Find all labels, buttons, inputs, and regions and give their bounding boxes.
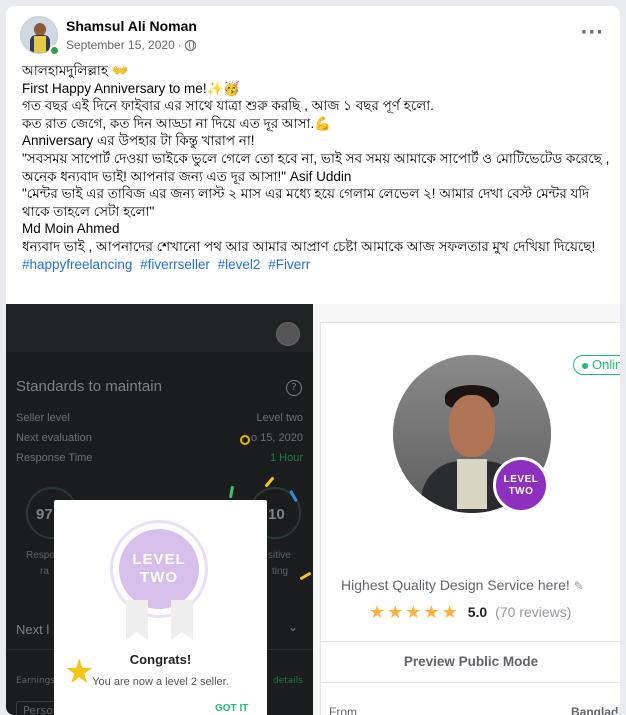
level-two-badge: LEVEL TWO [493,457,549,513]
post-line: গত বছর এই দিনে ফাইবার এর সাথে যাত্রা শুর… [22,98,434,114]
post-images[interactable]: Standards to maintain ? Seller level Lev… [6,304,620,715]
post-line: "সবসময় সাপোর্ট দেওয়া ভাইকে ভুলে গেলে ত… [22,150,610,184]
fiverr-profile-screenshot[interactable]: Online LEVEL TWO Highest Quality Design … [313,304,620,715]
more-options-icon[interactable]: ··· [580,22,604,43]
confetti-piece [228,485,235,499]
rating-score: 5.0 [467,604,488,620]
chevron-down-icon[interactable]: ⌄ [288,620,298,634]
hashtag-link[interactable]: #happyfreelancing [22,257,132,272]
author-name[interactable]: Shamsul Ali Noman [66,18,197,34]
hashtag-link[interactable]: #Fiverr [268,257,310,272]
next-evaluation-label: Next evaluation [16,432,92,444]
response-time-value: 1 Hour [269,452,303,464]
response-time-label: Response Time [16,452,93,464]
modal-subtitle: You are now a level 2 seller. [92,676,229,688]
badge-text-line2: TWO [140,569,178,586]
post-line: "মেন্টর ভাই এর তাবিজ এর জন্য লাস্ট ২ মাস… [22,186,590,219]
seller-level-label: Seller level [16,412,70,424]
review-count[interactable]: (70 reviews) [495,604,571,620]
rating-row: ★ ★ ★ ★ ★ 5.0 (70 reviews) [369,603,571,621]
gig-title-text: Highest Quality Design Service here! [341,577,570,593]
positive-rating-value: 10 [268,506,285,523]
fiverr-dashboard-screenshot[interactable]: Standards to maintain ? Seller level Lev… [6,304,313,715]
positive-rating-caption: sitive [268,550,291,561]
next-evaluation-value: o 15, 2020 [251,432,303,444]
next-level-label: Next l [16,622,50,637]
post-text: আলহামদুলিল্লাহ 👐 First Happy Anniversary… [22,62,612,273]
got-it-button[interactable]: GOT IT [215,703,248,714]
badge-text-line1: LEVEL [132,551,186,568]
dashboard-topbar [6,304,313,352]
post-line: ধন্যবাদ ভাই , আপনাদের শেখানো পথ আর আমার … [22,238,596,254]
details-link[interactable]: details [273,676,303,686]
modal-title: Congrats! [129,652,192,667]
online-dot-icon [582,362,588,369]
congrats-modal: LEVEL TWO ★ Congrats! You are now a leve… [54,500,267,715]
profile-card: Online LEVEL TWO Highest Quality Design … [320,322,620,715]
post-meta: September 15, 2020 · [66,38,196,52]
badge-text-line2: TWO [508,486,534,497]
badge-text-line1: LEVEL [503,474,539,485]
globe-icon [184,39,196,51]
preview-public-mode-button[interactable]: Preview Public Mode [321,641,620,683]
seller-level-value: Level two [256,412,303,424]
from-label: From [329,705,357,715]
confetti-piece [299,571,312,581]
country-value: Banglade [571,705,620,715]
online-label: Online [592,357,620,372]
post-line: আলহামদুলিল্লাহ 👐 [22,63,129,78]
post-line: Anniversary এর উপহার টা কিন্তু খারাপ না! [22,133,255,149]
star-icon: ★ [369,602,386,622]
gig-title: Highest Quality Design Service here! ✎ [341,577,584,593]
facebook-post-card: Shamsul Ali Noman September 15, 2020 · ·… [6,6,620,715]
post-date[interactable]: September 15, 2020 [66,38,175,52]
level-two-badge: LEVEL TWO [119,529,199,609]
earnings-label: Earnings [16,676,56,686]
post-header: Shamsul Ali Noman September 15, 2020 · ·… [20,16,610,60]
dashboard-avatar [276,322,300,346]
help-icon: ? [286,380,302,396]
pencil-icon[interactable]: ✎ [574,579,584,593]
hashtag-link[interactable]: #level2 [218,257,261,272]
standards-title: Standards to maintain [16,378,162,395]
online-badge: Online [573,355,620,375]
star-icon: ★ [387,602,404,622]
hashtag-list: #happyfreelancing #fiverrseller #level2 … [22,256,612,274]
post-line: কত রাত জেগে, কত দিন আড্ডা না দিয়ে এত দূ… [22,115,332,131]
post-line: Md Moin Ahmed [22,221,120,237]
ribbon-left [126,600,148,640]
level-badge-ring: LEVEL TWO [110,520,208,618]
positive-rating-caption-2: ting [272,566,289,577]
star-icon: ★ [405,602,422,622]
star-icon: ★ [441,602,458,622]
confetti-piece [264,476,275,488]
coin-icon [240,435,250,445]
ribbon-right [171,600,193,640]
response-rate-value: 97 [36,506,53,523]
post-line: First Happy Anniversary to me!✨🥳 [22,80,241,96]
online-status-dot [49,45,60,56]
response-rate-caption-2: ra [40,566,49,577]
response-rate-caption: Respo [26,550,55,561]
hashtag-link[interactable]: #fiverrseller [140,257,210,272]
star-icon: ★ [423,602,440,622]
